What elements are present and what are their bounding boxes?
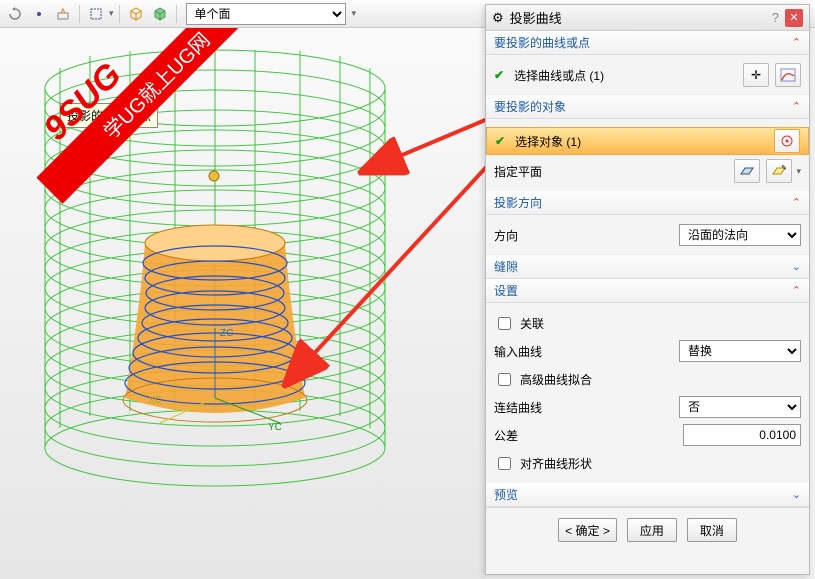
toolbar-solid-icon[interactable] bbox=[149, 3, 171, 25]
close-button[interactable]: ✕ bbox=[785, 9, 803, 27]
annotation-arrows bbox=[0, 28, 485, 579]
advanced-fit-checkbox[interactable] bbox=[498, 373, 511, 386]
select-object-label: 选择对象 (1) bbox=[515, 133, 581, 150]
section-preview[interactable]: 预览⌄ bbox=[486, 483, 809, 507]
chevron-up-icon: ⌃ bbox=[792, 36, 801, 49]
help-icon[interactable]: ? bbox=[772, 10, 779, 25]
check-icon: ✔ bbox=[495, 134, 505, 148]
add-selection-button[interactable]: ✛ bbox=[743, 63, 769, 87]
join-curve-label: 连结曲线 bbox=[494, 399, 542, 416]
toolbar-select-box-icon[interactable] bbox=[85, 3, 107, 25]
pick-object-button[interactable] bbox=[774, 129, 800, 153]
associative-label: 关联 bbox=[520, 315, 544, 332]
input-curve-label: 输入曲线 bbox=[494, 343, 542, 360]
chevron-up-icon: ⌃ bbox=[792, 100, 801, 113]
chevron-down-icon: ⌄ bbox=[792, 260, 801, 273]
ok-button[interactable]: < 确定 > bbox=[558, 518, 617, 542]
toolbar-restart-icon[interactable] bbox=[4, 3, 26, 25]
check-icon: ✔ bbox=[494, 68, 504, 82]
gear-icon: ⚙ bbox=[492, 10, 504, 26]
sketch-curve-button[interactable] bbox=[775, 63, 801, 87]
specify-plane-label: 指定平面 bbox=[494, 163, 542, 180]
svg-text:✎: ✎ bbox=[781, 165, 787, 172]
panel-header[interactable]: ⚙ 投影曲线 ? ✕ bbox=[486, 5, 809, 31]
chevron-up-icon: ⌃ bbox=[792, 196, 801, 209]
chevron-down-icon: ⌄ bbox=[792, 488, 801, 501]
direction-select[interactable]: 沿面的法向 bbox=[679, 224, 801, 246]
input-curve-select[interactable]: 替换 bbox=[679, 340, 801, 362]
project-curve-panel: ⚙ 投影曲线 ? ✕ 要投影的曲线或点⌃ ✔ 选择曲线或点 (1) ✛ 要投影的… bbox=[485, 4, 810, 575]
viewport-3d[interactable]: ZC YC XC 投影的曲线或点 9SUG 学UG就上UG网 bbox=[0, 28, 485, 579]
panel-title: 投影曲线 bbox=[510, 8, 562, 27]
toolbar-extract-icon[interactable] bbox=[52, 3, 74, 25]
section-objects[interactable]: 要投影的对象⌃ bbox=[486, 95, 809, 119]
align-shape-checkbox[interactable] bbox=[498, 457, 511, 470]
toolbar-point-icon[interactable] bbox=[28, 3, 50, 25]
chevron-up-icon: ⌃ bbox=[792, 284, 801, 297]
cancel-button[interactable]: 取消 bbox=[687, 518, 737, 542]
section-settings[interactable]: 设置⌃ bbox=[486, 279, 809, 303]
apply-button[interactable]: 应用 bbox=[627, 518, 677, 542]
direction-label: 方向 bbox=[494, 227, 518, 244]
join-curve-select[interactable]: 否 bbox=[679, 396, 801, 418]
tolerance-label: 公差 bbox=[494, 427, 518, 444]
selection-filter-select[interactable]: 单个面 bbox=[186, 3, 346, 25]
plane-button-2[interactable]: ✎ bbox=[766, 159, 792, 183]
section-direction[interactable]: 投影方向⌃ bbox=[486, 191, 809, 215]
toolbar-cube-icon[interactable] bbox=[125, 3, 147, 25]
section-gap[interactable]: 缝隙⌄ bbox=[486, 255, 809, 279]
plane-button-1[interactable] bbox=[734, 159, 760, 183]
associative-checkbox[interactable] bbox=[498, 317, 511, 330]
align-shape-label: 对齐曲线形状 bbox=[520, 455, 592, 472]
select-curve-label: 选择曲线或点 (1) bbox=[514, 67, 604, 84]
section-curves[interactable]: 要投影的曲线或点⌃ bbox=[486, 31, 809, 55]
tolerance-input[interactable] bbox=[683, 424, 801, 446]
advanced-fit-label: 高级曲线拟合 bbox=[520, 371, 592, 388]
